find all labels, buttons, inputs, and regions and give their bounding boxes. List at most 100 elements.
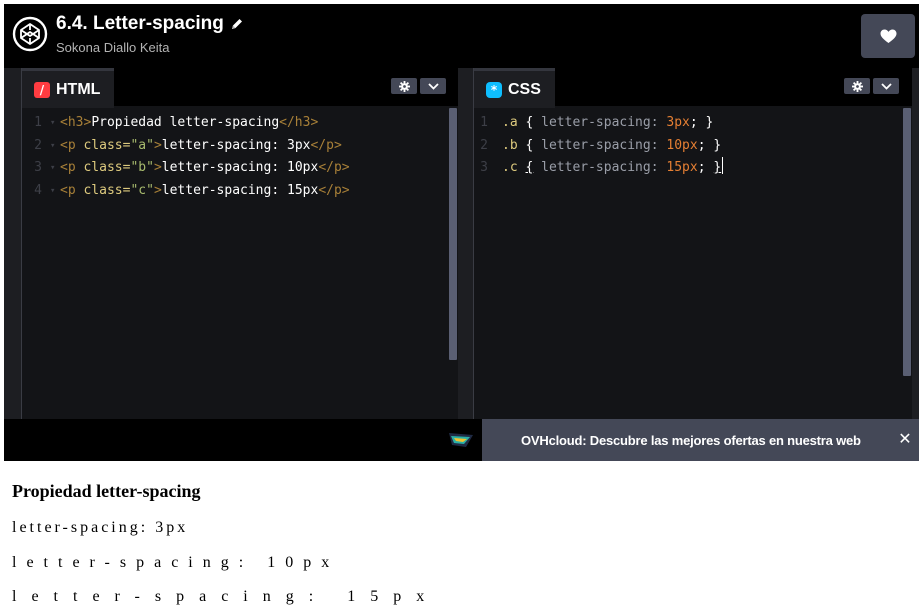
gear-icon [398, 80, 410, 92]
fold-arrow-icon[interactable]: ▾ [50, 180, 60, 203]
line-number: 1 [480, 115, 488, 130]
result-preview: Propiedad letter-spacing letter-spacing:… [4, 461, 919, 611]
code-token: </h3> [279, 115, 319, 130]
preview-paragraph-c: letter-spacing: 15px [12, 588, 440, 605]
code-token: 10px [666, 137, 698, 153]
line-number: 3 [480, 160, 488, 175]
css-settings-button[interactable] [844, 78, 870, 94]
code-line[interactable]: 3 ▾ <p class= "b" > letter-spacing: 10px </p… [22, 157, 448, 180]
ad-text[interactable]: OVHcloud: Descubre las mejores ofertas e… [521, 433, 861, 448]
html-collapse-button[interactable] [420, 78, 446, 94]
html-scrollbar[interactable] [449, 108, 457, 360]
code-token: } [713, 137, 722, 153]
css-code[interactable]: 1 .a { letter-spacing: 3px; } 2 .b { let… [474, 112, 902, 180]
code-token: ; [689, 115, 698, 130]
tab-css[interactable]: * CSS [474, 68, 555, 108]
code-line[interactable]: 1 .a { letter-spacing: 3px; } [474, 112, 902, 135]
fold-arrow-icon[interactable]: ▾ [50, 135, 60, 158]
pen-title[interactable]: 6.4. Letter-spacing [56, 13, 224, 35]
code-token: .b [502, 137, 518, 153]
pencil-icon[interactable] [230, 17, 244, 31]
code-token: } [705, 115, 714, 130]
preview-heading: Propiedad letter-spacing [12, 481, 201, 501]
code-token: { [525, 137, 534, 153]
line-number: 4 [34, 182, 42, 198]
code-token: </p> [318, 182, 350, 198]
pen-title-area: 6.4. Letter-spacing Sokona Diallo Keita [56, 13, 244, 55]
code-line[interactable]: 1 ▾ <h3> Propiedad letter-spacing </h3> [22, 112, 448, 135]
code-token: letter-spacing: [541, 115, 659, 130]
code-token: 15px [666, 160, 698, 175]
code-line[interactable]: 2 .b { letter-spacing: 10px; } [474, 135, 902, 158]
codepen-logo-icon[interactable] [12, 16, 48, 52]
code-token: .c [502, 160, 518, 175]
code-token: letter-spacing: [541, 160, 659, 175]
code-token: <p [60, 137, 84, 153]
code-token: letter-spacing: 10px [161, 160, 319, 175]
gear-icon [851, 80, 863, 92]
right-gutter [912, 68, 919, 419]
code-token: { [525, 115, 534, 130]
code-token: class= [83, 160, 131, 175]
line-number: 3 [34, 160, 42, 175]
close-icon[interactable]: ✕ [897, 430, 913, 448]
code-token: <p [60, 160, 84, 175]
ad-banner[interactable]: OVHcloud: Descubre las mejores ofertas e… [482, 419, 919, 461]
line-number: 2 [34, 137, 42, 153]
chevron-down-icon [427, 82, 439, 90]
tab-html[interactable]: / HTML [22, 68, 115, 108]
code-token: letter-spacing: [541, 137, 659, 153]
html-editor-header: / HTML [22, 68, 458, 108]
chevron-down-icon [880, 82, 892, 90]
html-slash-icon: / [34, 81, 50, 98]
code-line[interactable]: 4 ▾ <p class= "c" > letter-spacing: 15px </p… [22, 180, 448, 203]
html-code[interactable]: 1 ▾ <h3> Propiedad letter-spacing </h3> 2 … [22, 112, 448, 202]
code-token: class= [83, 182, 131, 198]
line-number: 1 [34, 115, 42, 130]
fold-arrow-icon[interactable]: ▾ [50, 112, 60, 135]
heart-icon [880, 29, 896, 43]
code-line[interactable]: 2 ▾ <p class= "a" > letter-spacing: 3px </p> [22, 135, 448, 158]
css-editor: * CSS 1 .a { letter-spacing: 3px ;} 2 .… [474, 68, 912, 419]
code-token: { [525, 160, 534, 175]
preview-paragraph-b: letter-spacing: 10px [12, 554, 340, 571]
editor-resizer[interactable] [458, 68, 474, 419]
code-token: } [713, 160, 722, 175]
tab-html-label: HTML [56, 80, 101, 98]
editors-area: / HTML 1 ▾ <h3> Propiedad letter-spacing… [4, 68, 919, 419]
pen-author[interactable]: Sokona Diallo Keita [56, 40, 244, 55]
fold-arrow-icon[interactable]: ▾ [50, 157, 60, 180]
code-token: letter-spacing: 3px [161, 137, 311, 153]
code-token: "a" [130, 137, 154, 153]
html-settings-button[interactable] [391, 78, 417, 94]
text-cursor [722, 157, 724, 174]
code-token: > [153, 182, 162, 198]
css-asterisk-icon: * [486, 81, 502, 98]
css-scrollbar[interactable] [903, 108, 911, 376]
code-token: "b" [130, 160, 154, 175]
pen-header: 6.4. Letter-spacing Sokona Diallo Keita [4, 4, 919, 68]
preview-paragraph-a: letter-spacing: 3px [12, 519, 189, 536]
code-token: <p [60, 182, 84, 198]
code-token: letter-spacing: 15px [161, 182, 319, 198]
like-button[interactable] [861, 14, 915, 58]
code-token: > [153, 160, 162, 175]
code-token: ; [697, 160, 706, 175]
code-token: 3px [666, 115, 690, 130]
css-editor-header: * CSS [474, 68, 912, 108]
css-collapse-button[interactable] [873, 78, 899, 94]
ad-bar: OVHcloud: Descubre las mejores ofertas e… [4, 419, 919, 461]
code-token: </p> [318, 160, 350, 175]
code-token: .a [502, 115, 518, 130]
code-token: </p> [310, 137, 342, 153]
left-gutter [4, 68, 22, 419]
html-editor: / HTML 1 ▾ <h3> Propiedad letter-spacing… [22, 68, 458, 419]
code-token: ; [697, 137, 706, 153]
line-number: 2 [480, 137, 488, 153]
code-token: > [153, 137, 162, 153]
code-token: "c" [130, 182, 154, 198]
ovhcloud-ad-logo-icon[interactable] [448, 430, 474, 450]
code-token: class= [83, 137, 131, 153]
code-line[interactable]: 3 .c { letter-spacing: 15px; } [474, 157, 902, 180]
tab-css-label: CSS [508, 80, 541, 98]
